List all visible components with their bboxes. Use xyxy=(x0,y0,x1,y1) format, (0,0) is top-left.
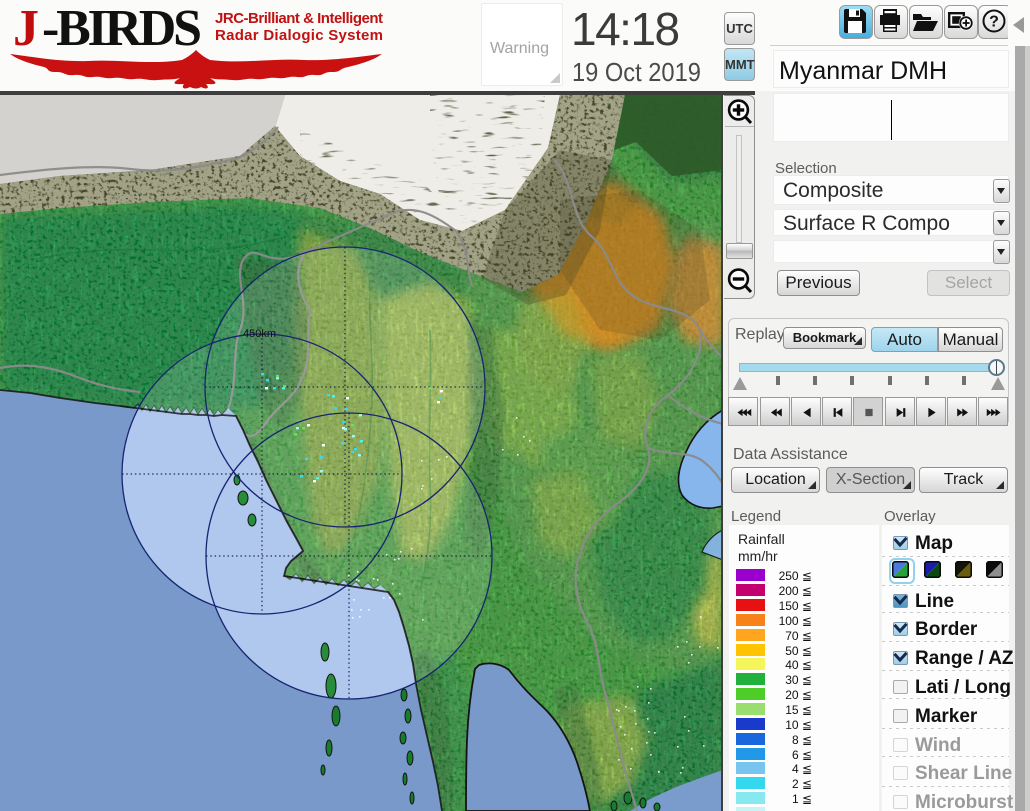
svg-text:Radar Dialogic System: Radar Dialogic System xyxy=(215,27,383,44)
svg-text:J: J xyxy=(13,0,39,57)
svg-text:450km: 450km xyxy=(243,328,276,340)
svg-text:-BIRDS: -BIRDS xyxy=(42,0,202,57)
svg-text:JRC-Brilliant & Intelligent: JRC-Brilliant & Intelligent xyxy=(215,10,383,27)
svg-text:?: ? xyxy=(989,14,999,31)
